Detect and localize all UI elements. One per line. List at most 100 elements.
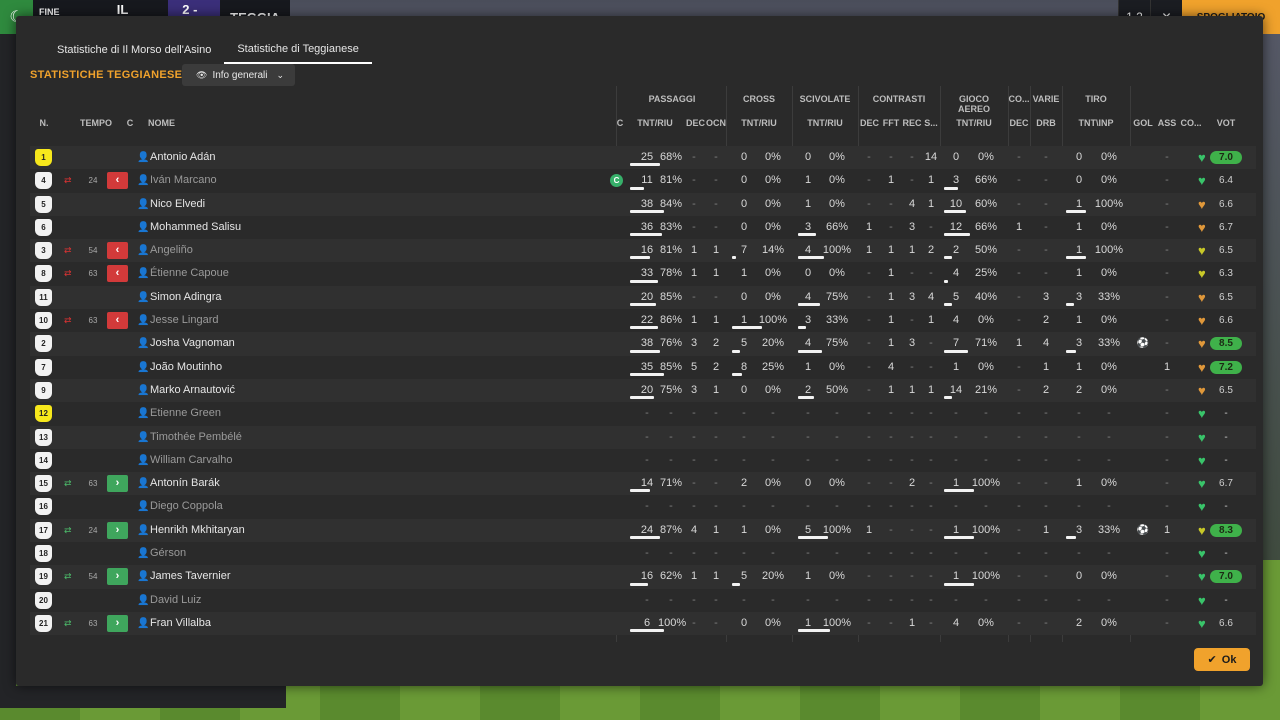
player-name[interactable]: Mohammed Salisu: [150, 216, 241, 239]
col-header-pass-att-comp[interactable]: TNT/RIU: [628, 118, 682, 132]
table-row[interactable]: 21 ⇄ 63 › 👤 Fran Villalba 6 100% - -0 0% 1 100% - -1-4…: [30, 611, 1256, 636]
col-header-number[interactable]: N.: [32, 118, 56, 132]
subbed-off-icon[interactable]: ‹: [107, 265, 128, 283]
col-header-slide-att-comp[interactable]: TNT/RIU: [796, 118, 854, 132]
col-header-pass-key[interactable]: DEC: [686, 118, 705, 132]
player-profile-icon[interactable]: 👤: [137, 402, 149, 425]
player-profile-icon[interactable]: 👤: [137, 519, 149, 542]
player-name[interactable]: James Tavernier: [150, 565, 231, 588]
col-header-captain[interactable]: C: [614, 118, 626, 132]
table-row[interactable]: 13 👤 Timothée Pembélé - - - - - - - - - - - - - - - - - - - ♥ -: [30, 425, 1256, 449]
subbed-off-icon[interactable]: ‹: [107, 242, 128, 260]
table-row[interactable]: 5 👤 Nico Elvedi 38 84% - -0 0% 1 0% - -4 1 10 60% - -1 10…: [30, 192, 1256, 216]
player-profile-icon[interactable]: 👤: [137, 356, 149, 379]
player-profile-icon[interactable]: 👤: [137, 379, 149, 402]
player-profile-icon[interactable]: 👤: [137, 193, 149, 216]
table-row[interactable]: 2 👤 Josha Vagnoman 38 76% 3 2 5 20% 4 75% -1 3-7 71% 1…: [30, 332, 1256, 356]
subbed-on-icon[interactable]: ›: [107, 614, 128, 632]
player-profile-icon[interactable]: 👤: [137, 309, 149, 332]
table-row[interactable]: 20 👤 David Luiz - - - - - - - - - - - - - - - - - - - ♥ -: [30, 588, 1256, 612]
col-header-tackle-fft[interactable]: FFT: [882, 118, 900, 132]
table-row[interactable]: 4 ⇄ 24 ‹ 👤 Iván Marcano C 11 81% - -0 0% 1 0% -1-1 3 66%…: [30, 169, 1256, 193]
player-name[interactable]: David Luiz: [150, 589, 201, 612]
col-header-rating[interactable]: VOT: [1210, 118, 1242, 132]
tab-away-stats[interactable]: Statistiche di Teggianese: [224, 36, 372, 64]
subbed-off-icon[interactable]: ‹: [107, 172, 128, 190]
player-profile-icon[interactable]: 👤: [137, 426, 149, 449]
player-name[interactable]: Nico Elvedi: [150, 193, 205, 216]
table-row[interactable]: 3 ⇄ 54 ‹ 👤 Angeliño 16 81% 1 1 7 14% 4 100% 1 1 1 2 2 50% - -…: [30, 239, 1256, 263]
col-header-condition[interactable]: CO...: [1180, 118, 1202, 132]
tab-home-stats[interactable]: Statistiche di Il Morso dell'Asino: [44, 36, 224, 64]
table-row[interactable]: 6 👤 Mohammed Salisu 36 83% - -0 0% 3 66% 1-3-12 66%…: [30, 215, 1256, 240]
col-header-goals[interactable]: GOL: [1132, 118, 1154, 132]
player-name[interactable]: Etienne Green: [150, 402, 221, 425]
player-name[interactable]: Étienne Capoue: [150, 262, 229, 285]
col-header-cross-att-comp[interactable]: TNT/RIU: [730, 118, 788, 132]
player-profile-icon[interactable]: 👤: [137, 495, 149, 518]
player-name[interactable]: Diego Coppola: [150, 495, 223, 518]
col-header-time[interactable]: TEMPO: [76, 118, 116, 132]
player-profile-icon[interactable]: 👤: [137, 216, 149, 239]
player-profile-icon[interactable]: 👤: [137, 262, 149, 285]
player-profile-icon[interactable]: 👤: [137, 146, 149, 169]
col-header-shots-att-target[interactable]: TNT\INP: [1066, 118, 1126, 132]
col-header-aerial-att-comp[interactable]: TNT/RIU: [944, 118, 1004, 132]
player-name[interactable]: Jesse Lingard: [150, 309, 219, 332]
col-header-tackle-rec[interactable]: REC: [902, 118, 922, 132]
col-header-tackle-s[interactable]: S...: [922, 118, 940, 132]
col-header-pass-chances[interactable]: OCN: [706, 118, 726, 132]
player-profile-icon[interactable]: 👤: [137, 472, 149, 495]
player-name[interactable]: Henrikh Mkhitaryan: [150, 519, 245, 542]
table-row[interactable]: 7 👤 João Moutinho 35 85% 5 2 8 25% 1 0% - 4 - - 1 0% - 1 1 0…: [30, 355, 1256, 379]
table-row[interactable]: 1 👤 Antonio Adán 25 68% - -0 0% 0 0% - - -14 0 0% - -0 0%…: [30, 146, 1256, 170]
cell-pass-attempts: 20: [640, 290, 654, 303]
table-row[interactable]: 18 👤 Gérson - - - - - - - - - - - - - - - - - - - ♥ -: [30, 542, 1256, 566]
player-profile-icon[interactable]: 👤: [137, 286, 149, 309]
player-profile-icon[interactable]: 👤: [137, 542, 149, 565]
player-name[interactable]: Antonín Barák: [150, 472, 220, 495]
player-profile-icon[interactable]: 👤: [137, 589, 149, 612]
col-header-dribbles[interactable]: DRB: [1032, 118, 1060, 132]
player-profile-icon[interactable]: 👤: [137, 612, 149, 635]
player-name[interactable]: Timothée Pembélé: [150, 426, 242, 449]
player-name[interactable]: João Moutinho: [150, 356, 222, 379]
table-row[interactable]: 8 ⇄ 63 ‹ 👤 Étienne Capoue 33 78% 1 1 1 0% 0 0% - 1 - - 4 25…: [30, 262, 1256, 286]
player-name[interactable]: Iván Marcano: [150, 169, 217, 192]
table-row[interactable]: 16 👤 Diego Coppola - - - - - - - - - - - - - - - - - - - ♥ -: [30, 495, 1256, 519]
player-name[interactable]: William Carvalho: [150, 449, 233, 472]
ok-button[interactable]: ✔ Ok: [1194, 648, 1250, 671]
player-name[interactable]: Fran Villalba: [150, 612, 211, 635]
view-dropdown[interactable]: 👁 Info generali ⌄: [182, 64, 295, 86]
player-profile-icon[interactable]: 👤: [137, 565, 149, 588]
table-row[interactable]: 10 ⇄ 63 ‹ 👤 Jesse Lingard 22 86% 1 1 1 100% 3 33% -1-1…: [30, 309, 1256, 333]
player-profile-icon[interactable]: 👤: [137, 449, 149, 472]
subbed-off-icon[interactable]: ‹: [107, 312, 128, 330]
col-header-tackle-dec[interactable]: DEC: [860, 118, 879, 132]
player-profile-icon[interactable]: 👤: [137, 332, 149, 355]
cell-shot-attempts: 1: [1075, 244, 1083, 257]
col-header-name[interactable]: NOME: [148, 118, 188, 132]
table-row[interactable]: 14 👤 William Carvalho - - - - - - - - - - - - - - - - - - - ♥ -: [30, 448, 1256, 473]
col-header-co-dec[interactable]: DEC: [1008, 118, 1030, 132]
col-header-assists[interactable]: ASS: [1156, 118, 1178, 132]
subbed-on-icon[interactable]: ›: [107, 521, 128, 539]
player-name[interactable]: Antonio Adán: [150, 146, 215, 169]
table-row[interactable]: 15 ⇄ 63 › 👤 Antonín Barák 14 71% - -2 0% 0 0% - -2-1 10…: [30, 472, 1256, 496]
subbed-on-icon[interactable]: ›: [107, 568, 128, 586]
subbed-on-icon[interactable]: ›: [107, 475, 128, 493]
table-row[interactable]: 11 👤 Simon Adingra 20 85% - -0 0% 4 75% -1 3 4 5 40% -3…: [30, 285, 1256, 310]
player-name[interactable]: Angeliño: [150, 239, 193, 262]
table-row[interactable]: 12 👤 Etienne Green - - - - - - - - - - - - - - - - - - - ♥ -: [30, 402, 1256, 426]
player-name[interactable]: Simon Adingra: [150, 286, 222, 309]
player-name[interactable]: Gérson: [150, 542, 186, 565]
col-header-change[interactable]: C: [124, 118, 136, 132]
cell-chances: -: [714, 220, 718, 233]
player-profile-icon[interactable]: 👤: [137, 169, 149, 192]
table-row[interactable]: 9 👤 Marko Arnautović 20 75% 3 1 0 0% 2 50% -1 1 1 14 21…: [30, 378, 1256, 403]
table-row[interactable]: 19 ⇄ 54 › 👤 James Tavernier 16 62% 1 1 5 20% 1 0% - - - -…: [30, 565, 1256, 589]
player-profile-icon[interactable]: 👤: [137, 239, 149, 262]
table-row[interactable]: 17 ⇄ 24 › 👤 Henrikh Mkhitaryan 24 87% 4 1 1 0% 5 100%…: [30, 518, 1256, 543]
player-name[interactable]: Marko Arnautović: [150, 379, 235, 402]
player-name[interactable]: Josha Vagnoman: [150, 332, 235, 355]
